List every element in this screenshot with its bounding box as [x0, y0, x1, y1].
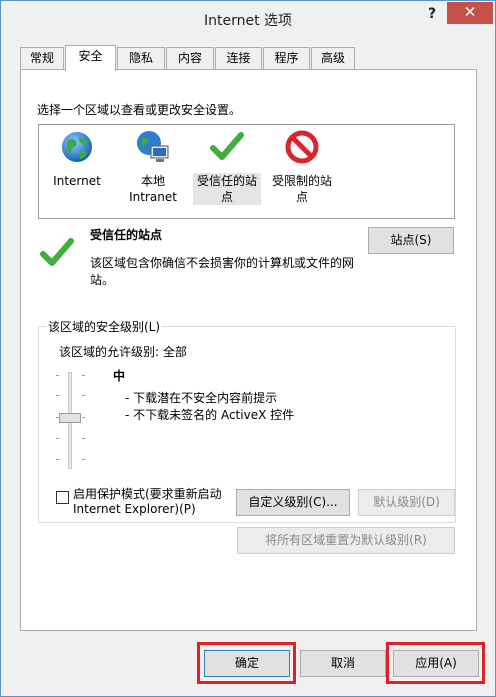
selected-zone-title: 受信任的站点	[90, 228, 163, 242]
tab-content[interactable]: 内容	[166, 47, 214, 69]
security-level-desc-1: - 下载潜在不安全内容前提示	[125, 391, 278, 405]
globe-icon	[62, 132, 92, 162]
checkmark-icon	[210, 132, 244, 160]
slider-tick	[82, 417, 85, 418]
selected-zone-description-line2: 站。	[90, 273, 115, 287]
default-level-button[interactable]: 默认级别(D)	[358, 489, 455, 516]
tab-security[interactable]: 安全	[65, 45, 116, 71]
zone-restricted-sites[interactable]: 受限制的站 点	[268, 129, 336, 205]
internet-options-dialog: Internet 选项 ? ✕ 常规 安全 隐私 内容 连接 程序 高级 选择一…	[0, 0, 496, 697]
allowed-levels-label: 该区域的允许级别: 全部	[59, 345, 187, 359]
close-button[interactable]: ✕	[447, 2, 493, 24]
zone-restricted-line2: 点	[295, 190, 308, 204]
selected-zone-checkmark-icon	[40, 238, 74, 266]
slider-tick	[82, 375, 85, 376]
slider-tick	[56, 438, 59, 439]
intranet-icon	[137, 131, 169, 162]
protected-mode-label-line2: Internet Explorer)(P)	[73, 502, 196, 516]
protected-mode-checkbox[interactable]	[56, 491, 69, 504]
tab-connections[interactable]: 连接	[215, 47, 262, 69]
zone-local-intranet[interactable]: 本地 Intranet	[123, 129, 183, 205]
sites-button[interactable]: 站点(S)	[368, 227, 454, 254]
apply-button-highlight	[386, 642, 485, 684]
slider-tick	[82, 459, 85, 460]
zone-list: Internet 本地 Intranet 受信任的站 点 受限制的站 点	[38, 124, 455, 219]
slider-tick	[56, 375, 59, 376]
title-bar: Internet 选项 ? ✕	[1, 1, 495, 35]
reset-all-zones-button[interactable]: 将所有区域重置为默认级别(R)	[237, 527, 455, 554]
tab-privacy[interactable]: 隐私	[117, 47, 165, 69]
slider-tick	[82, 395, 85, 396]
zone-internet[interactable]: Internet	[47, 129, 107, 189]
restricted-icon	[285, 130, 319, 164]
zone-internet-label: Internet	[53, 174, 101, 188]
tab-programs[interactable]: 程序	[263, 47, 310, 69]
security-level-name: 中	[113, 369, 126, 383]
protected-mode-label-line1: 启用保护模式(要求重新启动	[73, 487, 222, 501]
security-level-desc-2: - 不下载未签名的 ActiveX 控件	[125, 408, 295, 422]
selected-zone-description-line1: 该区域包含你确信不会损害你的计算机或文件的网	[90, 256, 355, 270]
help-button[interactable]: ?	[419, 3, 445, 25]
zone-instruction: 选择一个区域以查看或更改安全设置。	[37, 103, 242, 117]
zone-trusted-sites[interactable]: 受信任的站 点	[193, 129, 261, 205]
zone-trusted-line2: 点	[193, 189, 261, 205]
ok-button-highlight	[197, 642, 296, 684]
security-level-group-title: 该区域的安全级别(L)	[46, 318, 163, 335]
cancel-button[interactable]: 取消	[300, 650, 386, 677]
security-level-slider-thumb[interactable]	[59, 413, 81, 423]
slider-tick	[82, 438, 85, 439]
security-tab-panel: 选择一个区域以查看或更改安全设置。 Internet 本地 Intranet 受…	[20, 69, 477, 631]
zone-intranet-line1: 本地	[140, 174, 165, 188]
slider-tick	[56, 459, 59, 460]
security-level-group: 该区域的安全级别(L) 该区域的允许级别: 全部 中 - 下载潜在不安全内容前提…	[38, 318, 456, 523]
custom-level-button[interactable]: 自定义级别(C)...	[236, 489, 350, 516]
zone-intranet-line2: Intranet	[129, 190, 177, 204]
tab-advanced[interactable]: 高级	[311, 47, 355, 69]
zone-restricted-line1: 受限制的站	[271, 174, 332, 188]
tab-general[interactable]: 常规	[20, 47, 64, 69]
zone-trusted-line1: 受信任的站	[193, 173, 261, 189]
slider-tick	[56, 395, 59, 396]
